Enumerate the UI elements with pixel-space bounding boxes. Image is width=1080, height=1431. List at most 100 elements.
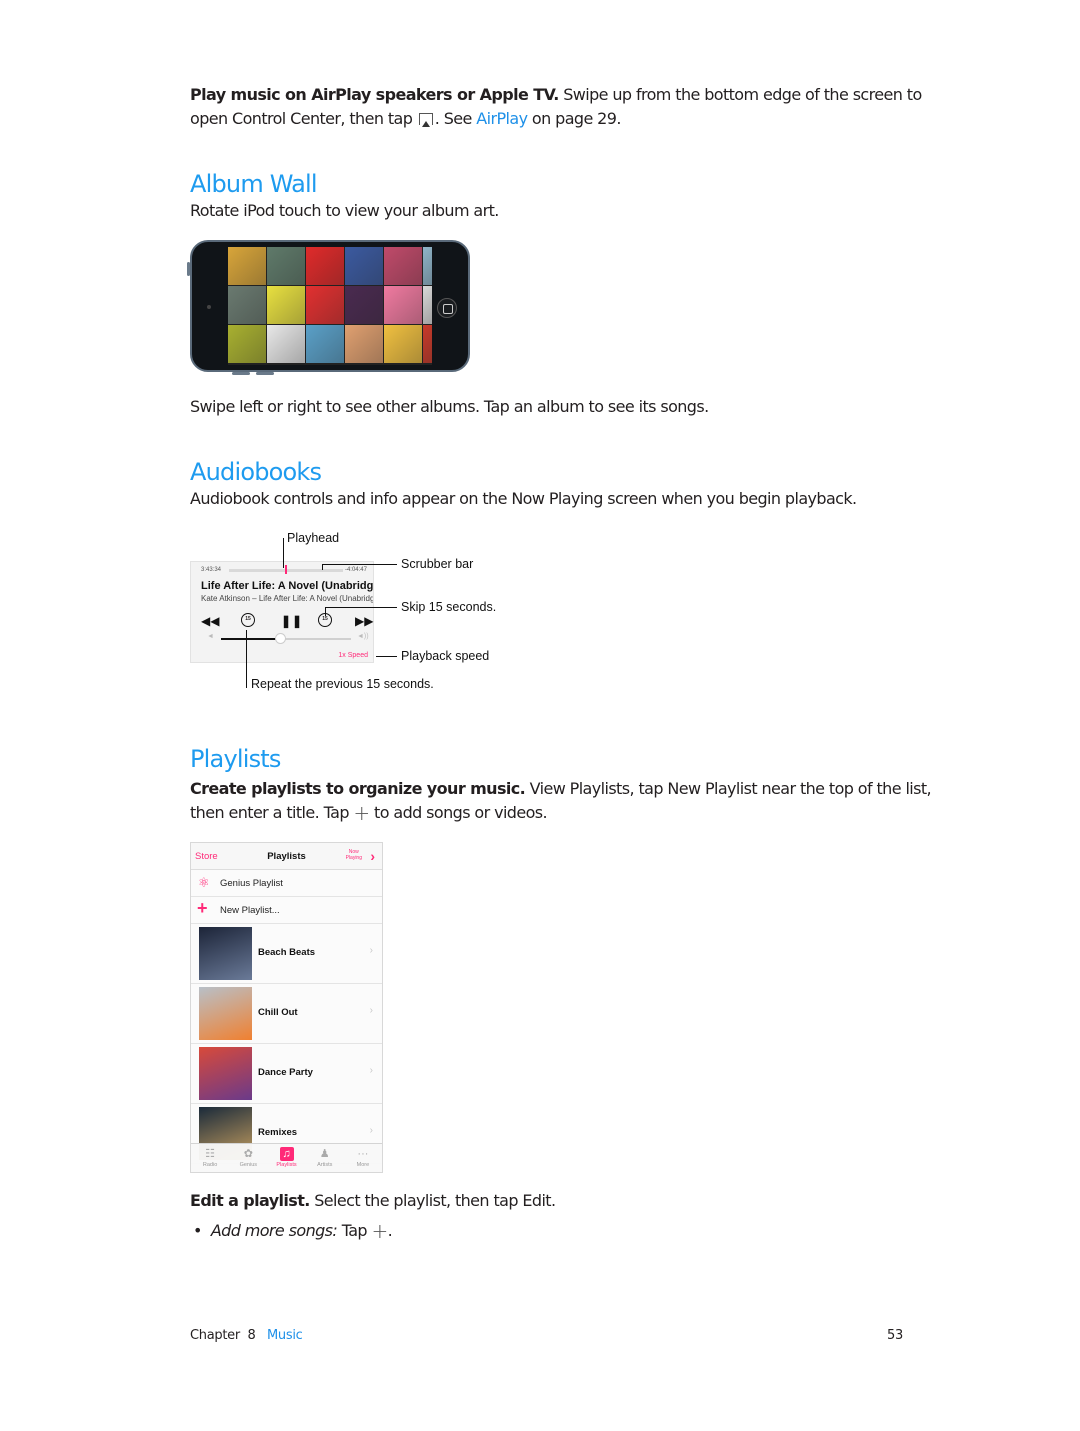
now-playing-button[interactable]: Now Playing xyxy=(346,849,362,861)
playback-speed-button[interactable]: 1x Speed xyxy=(338,652,368,659)
chapter-link[interactable]: Music xyxy=(267,1328,303,1343)
rewind-icon[interactable]: ◀◀ xyxy=(201,614,219,628)
plus-icon: + xyxy=(371,1219,388,1243)
edit-lead: Edit a playlist. xyxy=(190,1191,310,1210)
album-tile[interactable] xyxy=(384,247,422,285)
track-title: Life After Life: A Novel (Unabridged) xyxy=(201,580,373,592)
playhead[interactable] xyxy=(284,565,287,574)
new-playlist-row[interactable]: + New Playlist... xyxy=(191,897,382,924)
volume-slider[interactable] xyxy=(221,633,351,644)
more-icon: ··· xyxy=(357,1148,369,1160)
scrubber-leader xyxy=(322,564,397,565)
nav-bar: Store Playlists Now Playing › xyxy=(191,843,382,870)
speed-callout: Playback speed xyxy=(401,649,490,663)
playlist-name: Dance Party xyxy=(258,1067,313,1078)
airplay-lead: Play music on AirPlay speakers or Apple … xyxy=(190,85,559,104)
ipod-album-wall-image xyxy=(187,240,470,375)
album-tile[interactable] xyxy=(345,286,383,324)
album-tile[interactable] xyxy=(267,286,305,324)
album-tile[interactable] xyxy=(345,325,383,363)
skip-callout: Skip 15 seconds. xyxy=(401,600,497,614)
repeat-callout: Repeat the previous 15 seconds. xyxy=(251,677,434,691)
ipod-volume-button xyxy=(232,372,250,375)
album-tile[interactable] xyxy=(384,286,422,324)
album-tile[interactable] xyxy=(228,286,266,324)
volume-fill xyxy=(221,638,280,640)
footer-chapter: Chapter 8 Music xyxy=(190,1328,303,1343)
ipod-volume-button xyxy=(256,372,274,375)
playlists-text: View Playlists, tap New Playlist near th… xyxy=(525,779,932,798)
audiobooks-body: Audiobook controls and info appear on th… xyxy=(190,489,857,508)
chapter-number: Chapter 8 xyxy=(190,1328,256,1343)
bullet-italic: Add more songs: xyxy=(210,1221,338,1240)
tab-radio[interactable]: ☷ Radio xyxy=(191,1144,229,1172)
volume-low-icon: ◄ xyxy=(207,633,214,640)
airplay-text-4: on page 29. xyxy=(527,109,622,128)
artists-icon: ♟ xyxy=(319,1148,330,1160)
album-tile[interactable] xyxy=(267,325,305,363)
track-subtitle: Kate Atkinson – Life After Life: A Novel… xyxy=(201,594,373,603)
album-tile[interactable] xyxy=(228,247,266,285)
album-tile[interactable] xyxy=(267,247,305,285)
plus-icon: + xyxy=(197,898,208,918)
audiobooks-heading: Audiobooks xyxy=(190,458,322,486)
volume-high-icon: ◄)) xyxy=(357,633,369,640)
album-tile[interactable] xyxy=(423,325,432,363)
home-button-icon xyxy=(437,298,457,318)
playlists-icon: ♫ xyxy=(279,1147,294,1161)
playlist-name: Chill Out xyxy=(258,1007,298,1018)
album-wall-heading: Album Wall xyxy=(190,170,318,198)
playlists-text-2: then enter a title. Tap xyxy=(190,803,354,822)
playlist-name: Beach Beats xyxy=(258,947,316,958)
camera-icon xyxy=(207,305,211,309)
playlist-row[interactable]: Chill Out › xyxy=(191,984,382,1044)
album-tile[interactable] xyxy=(306,286,344,324)
volume-knob[interactable] xyxy=(274,633,286,644)
album-tile[interactable] xyxy=(306,247,344,285)
bullet-dot: • xyxy=(193,1221,211,1240)
elapsed-time: 3:43:34 xyxy=(201,567,222,573)
playlists-lead: Create playlists to organize your music. xyxy=(190,779,526,798)
chevron-right-icon[interactable]: › xyxy=(370,848,375,864)
tab-label: Playlists xyxy=(276,1162,297,1168)
album-tile[interactable] xyxy=(228,325,266,363)
album-tile[interactable] xyxy=(384,325,422,363)
tab-playlists[interactable]: ♫ Playlists xyxy=(267,1144,305,1172)
album-tile[interactable] xyxy=(306,325,344,363)
genius-playlist-row[interactable]: ⚛ Genius Playlist xyxy=(191,870,382,897)
pause-icon[interactable]: ❚❚ xyxy=(281,614,303,628)
skip-back-15-icon[interactable]: 15 xyxy=(241,613,255,627)
bullet-add-songs: • Add more songs: Tap +. xyxy=(193,1219,393,1243)
airplay-link[interactable]: AirPlay xyxy=(476,109,528,128)
tab-bar: ☷ Radio ✿ Genius ♫ Playlists ♟ Artists ··· More xyxy=(191,1143,382,1172)
album-wall-grid xyxy=(228,247,432,365)
playlist-artwork xyxy=(199,1047,252,1100)
playlists-paragraph: Create playlists to organize your music.… xyxy=(190,777,932,825)
playlists-screen: Store Playlists Now Playing › ⚛ Genius Pl… xyxy=(190,842,383,1173)
tab-label: Radio xyxy=(202,1162,218,1168)
airplay-paragraph: Play music on AirPlay speakers or Apple … xyxy=(190,83,922,131)
playhead-callout: Playhead xyxy=(287,531,340,545)
genius-playlist-label: Genius Playlist xyxy=(220,878,283,889)
chevron-right-icon: › xyxy=(369,1005,373,1016)
playlist-row[interactable]: Beach Beats › xyxy=(191,924,382,984)
chevron-right-icon: › xyxy=(369,1065,373,1076)
playlist-artwork xyxy=(199,987,252,1040)
album-tile[interactable] xyxy=(345,247,383,285)
album-wall-body: Rotate iPod touch to view your album art… xyxy=(190,201,499,220)
playlist-row[interactable]: Dance Party › xyxy=(191,1044,382,1104)
speed-leader xyxy=(376,656,397,657)
album-tile[interactable] xyxy=(423,247,432,285)
tab-label: More xyxy=(356,1162,370,1168)
tab-artists[interactable]: ♟ Artists xyxy=(306,1144,344,1172)
tab-more[interactable]: ··· More xyxy=(344,1144,382,1172)
tab-genius[interactable]: ✿ Genius xyxy=(229,1144,267,1172)
ipod-side-button xyxy=(187,262,190,276)
new-playlist-label: New Playlist... xyxy=(220,905,280,916)
airplay-icon xyxy=(418,113,433,127)
album-tile[interactable] xyxy=(423,286,432,324)
remaining-time: -4:04:47 xyxy=(344,567,367,573)
fast-forward-icon[interactable]: ▶▶ xyxy=(355,614,373,628)
playlists-text-3: to add songs or videos. xyxy=(369,803,548,822)
playhead-leader xyxy=(283,538,284,568)
